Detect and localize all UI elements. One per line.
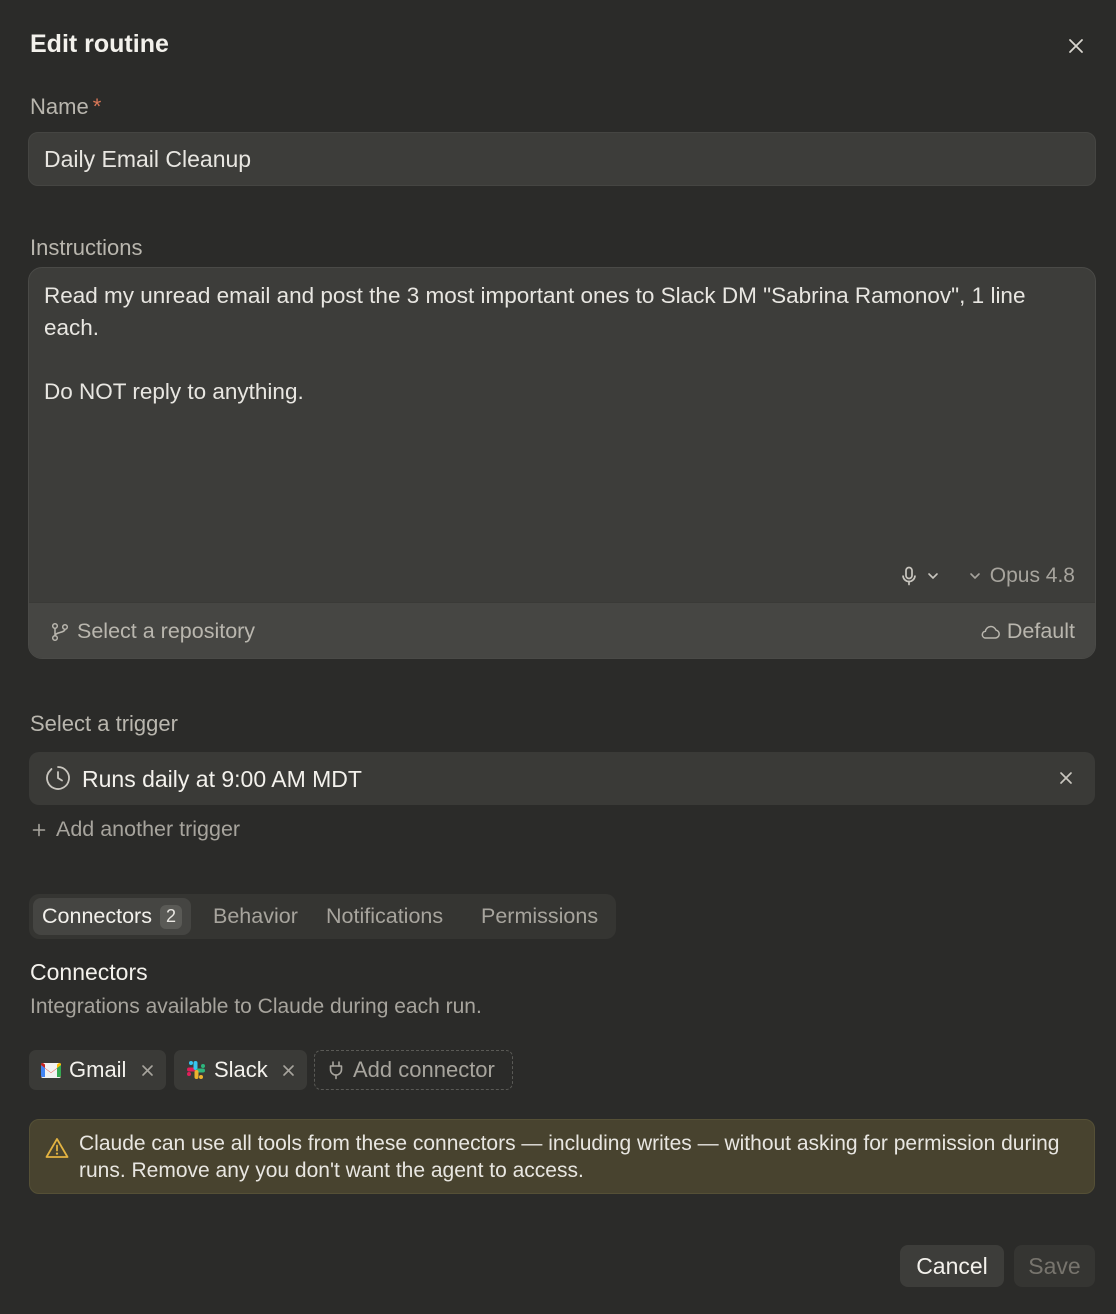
microphone-icon bbox=[901, 566, 916, 586]
model-selector[interactable]: Opus 4.8 bbox=[968, 564, 1075, 588]
select-repository-button[interactable]: Select a repository bbox=[51, 619, 255, 644]
tab-behavior[interactable]: Behavior bbox=[213, 898, 298, 935]
trigger-text: Runs daily at 9:00 AM MDT bbox=[82, 766, 362, 792]
save-button[interactable]: Save bbox=[1014, 1245, 1095, 1287]
name-label: Name * bbox=[30, 94, 101, 120]
close-icon bbox=[1060, 772, 1072, 784]
tab-connectors[interactable]: Connectors 2 bbox=[33, 898, 191, 935]
edit-routine-dialog: Edit routine Name* Instructions Read my … bbox=[0, 0, 1116, 1314]
connectors-count-badge: 2 bbox=[159, 904, 182, 929]
instructions-label: Instructions bbox=[30, 235, 143, 260]
required-mark: * bbox=[92, 94, 102, 119]
trigger-label: Select a trigger bbox=[30, 711, 178, 736]
close-icon bbox=[142, 1064, 153, 1076]
warning-text: Claude can use all tools from these conn… bbox=[79, 1132, 1060, 1182]
name-input[interactable] bbox=[28, 132, 1096, 186]
add-connector-label: Add connector bbox=[353, 1057, 495, 1082]
tab-label: Connectors bbox=[42, 904, 152, 928]
connector-chip-slack: Slack bbox=[174, 1050, 307, 1090]
close-icon bbox=[1069, 39, 1083, 53]
close-button[interactable] bbox=[1062, 32, 1090, 60]
close-icon bbox=[283, 1064, 295, 1076]
plus-icon bbox=[32, 823, 46, 836]
dialog-title: Edit routine bbox=[30, 30, 169, 58]
git-branch-icon bbox=[51, 622, 69, 641]
tab-notifications[interactable]: Notifications bbox=[326, 898, 443, 935]
warning-icon bbox=[45, 1138, 69, 1158]
connectors-description: Integrations available to Claude during … bbox=[30, 995, 482, 1018]
add-connector-button[interactable]: Add connector bbox=[314, 1050, 513, 1090]
name-label-text: Name bbox=[30, 94, 89, 119]
clock-icon bbox=[46, 766, 70, 790]
connector-chip-gmail: Gmail bbox=[29, 1050, 166, 1090]
repository-label: Select a repository bbox=[77, 619, 256, 643]
connector-name: Slack bbox=[214, 1057, 268, 1082]
remove-slack-button[interactable] bbox=[279, 1060, 299, 1080]
instructions-toolbar: Opus 4.8 bbox=[900, 564, 1075, 588]
voice-input-button[interactable] bbox=[900, 566, 944, 586]
model-name: Opus 4.8 bbox=[989, 564, 1075, 587]
add-trigger-label: Add another trigger bbox=[56, 817, 241, 841]
add-trigger-button[interactable]: Add another trigger bbox=[32, 817, 240, 842]
slack-icon bbox=[187, 1061, 205, 1079]
instructions-editor: Read my unread email and post the 3 most… bbox=[28, 267, 1096, 659]
environment-selector[interactable]: Default bbox=[979, 619, 1075, 644]
cloud-icon bbox=[981, 625, 1000, 639]
permission-warning: Claude can use all tools from these conn… bbox=[29, 1119, 1095, 1194]
instructions-textarea[interactable]: Read my unread email and post the 3 most… bbox=[44, 280, 1074, 408]
plug-icon bbox=[329, 1061, 343, 1080]
remove-trigger-button[interactable] bbox=[1055, 767, 1077, 789]
chevron-down-icon bbox=[969, 573, 980, 580]
remove-gmail-button[interactable] bbox=[137, 1060, 157, 1080]
chevron-down-icon bbox=[927, 573, 938, 580]
environment-label: Default bbox=[1006, 619, 1075, 643]
trigger-item[interactable]: Runs daily at 9:00 AM MDT bbox=[29, 752, 1095, 805]
instructions-footer: Select a repository Default bbox=[29, 602, 1095, 658]
tab-permissions[interactable]: Permissions bbox=[481, 898, 598, 935]
cancel-button[interactable]: Cancel bbox=[900, 1245, 1004, 1287]
routine-tabs: Connectors 2 Behavior Notifications Perm… bbox=[29, 894, 616, 939]
gmail-icon bbox=[41, 1063, 61, 1078]
connectors-title: Connectors bbox=[30, 959, 148, 985]
connector-name: Gmail bbox=[69, 1057, 127, 1082]
